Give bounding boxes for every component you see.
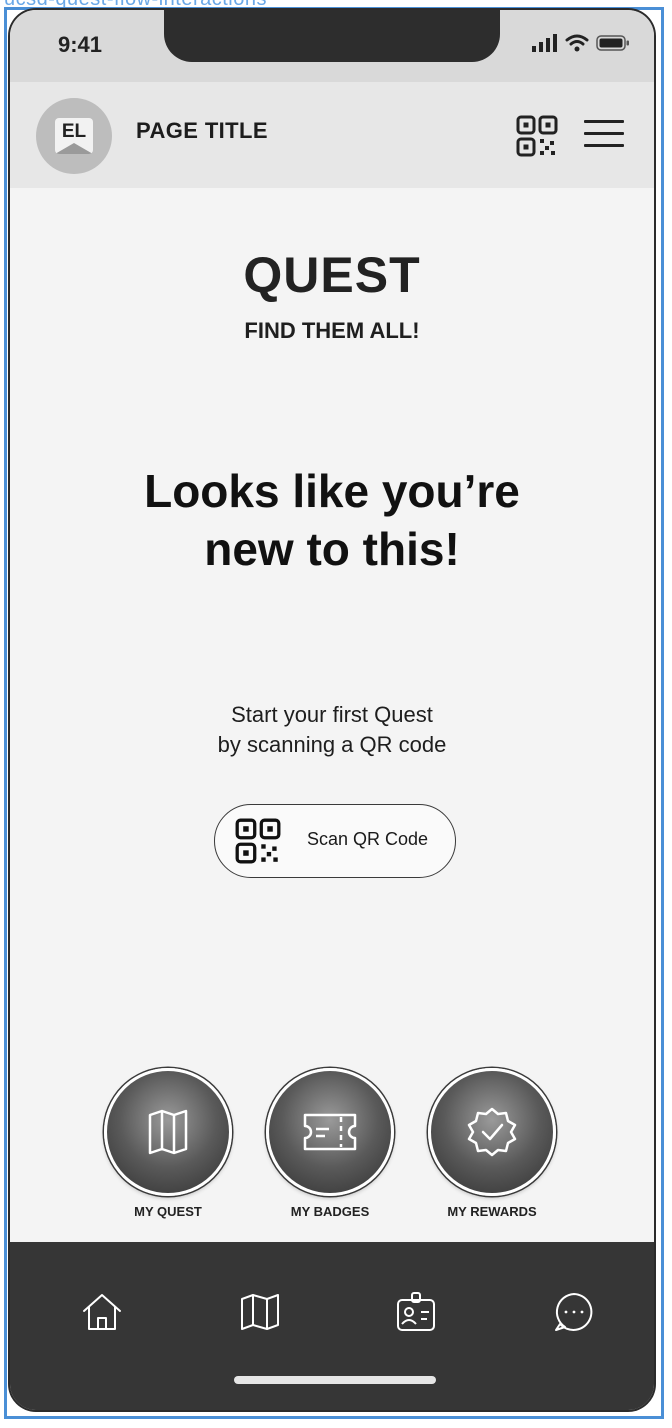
my-quest-item[interactable]: MY QUEST xyxy=(88,1068,248,1228)
hamburger-menu-icon[interactable] xyxy=(584,120,624,148)
my-quest-button[interactable] xyxy=(104,1068,232,1196)
tab-map[interactable] xyxy=(238,1290,282,1334)
quest-title: QUEST xyxy=(243,247,421,303)
my-quest-label: MY QUEST xyxy=(134,1204,202,1219)
empty-state-heading-line1: Looks like you’re xyxy=(144,465,520,517)
tab-chat[interactable] xyxy=(552,1290,596,1334)
home-indicator[interactable] xyxy=(234,1376,436,1384)
status-icons xyxy=(532,34,630,52)
empty-state-text-line1: Start your first Quest xyxy=(231,702,433,727)
qr-code-icon xyxy=(235,818,281,864)
home-icon xyxy=(83,1294,121,1330)
status-time: 9:41 xyxy=(58,32,103,57)
status-bar: 9:41 xyxy=(10,10,654,82)
my-badges-button[interactable] xyxy=(266,1068,394,1196)
empty-state-text: Start your first Quest by scanning a QR … xyxy=(10,700,654,760)
scan-qr-code-label: Scan QR Code xyxy=(307,829,429,849)
my-rewards-button[interactable] xyxy=(428,1068,556,1196)
avatar-image: EL xyxy=(55,118,93,154)
empty-state-heading: Looks like you’re new to this! xyxy=(10,462,654,578)
tab-profile[interactable] xyxy=(394,1290,438,1334)
wifi-icon xyxy=(565,34,589,52)
chat-icon xyxy=(555,1293,593,1331)
qr-code-icon[interactable] xyxy=(516,115,558,162)
cellular-signal-icon xyxy=(532,34,557,52)
device-notch xyxy=(164,10,500,62)
tab-bar xyxy=(10,1242,654,1410)
ticket-icon xyxy=(303,1113,357,1151)
my-rewards-label: MY REWARDS xyxy=(447,1204,537,1219)
my-badges-item[interactable]: MY BADGES xyxy=(250,1068,410,1228)
page-title: PAGE TITLE xyxy=(136,118,268,143)
map-icon xyxy=(148,1109,188,1155)
quest-subtitle: FIND THEM ALL! xyxy=(244,318,420,343)
my-badges-label: MY BADGES xyxy=(290,1204,370,1219)
my-rewards-item[interactable]: MY REWARDS xyxy=(412,1068,572,1228)
app-header: EL PAGE TITLE xyxy=(10,82,654,188)
map-icon xyxy=(241,1294,279,1330)
tab-home[interactable] xyxy=(80,1290,124,1334)
empty-state-heading-line2: new to this! xyxy=(204,523,460,575)
badge-check-icon xyxy=(467,1107,517,1157)
phone-screen: 9:41 EL PAGE TITLE QUEST FIND THEM ALL! … xyxy=(10,10,654,1410)
mountain-icon xyxy=(55,143,93,154)
avatar[interactable]: EL xyxy=(36,98,112,174)
scan-qr-code-button[interactable]: Scan QR Code xyxy=(214,804,456,878)
battery-icon xyxy=(596,35,629,51)
avatar-initials: EL xyxy=(61,121,87,142)
empty-state-text-line2: by scanning a QR code xyxy=(217,732,447,757)
id-card-icon xyxy=(397,1292,435,1331)
